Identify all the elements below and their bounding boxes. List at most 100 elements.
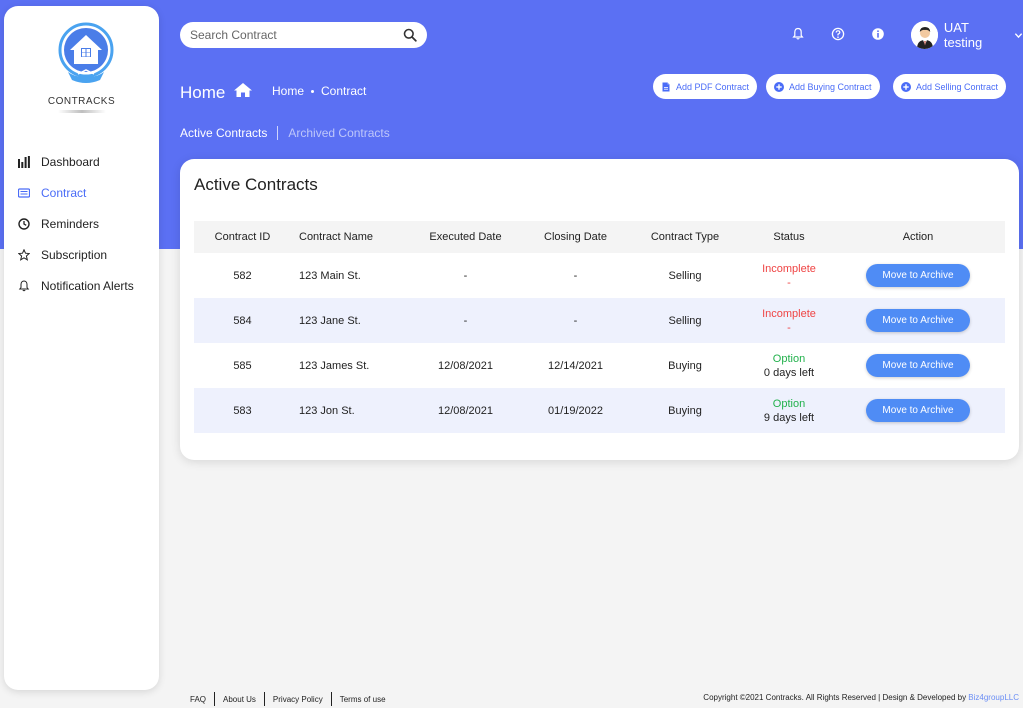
move-to-archive-button[interactable]: Move to Archive: [866, 399, 970, 422]
table-row: 583 123 Jon St. 12/08/2021 01/19/2022 Bu…: [194, 388, 1005, 433]
sidebar-item-label: Reminders: [41, 216, 100, 231]
sidebar: CONTRACKS Dashboard Contract Reminders S…: [4, 6, 159, 690]
sidebar-item-label: Contract: [41, 185, 87, 200]
logo-underline: [58, 110, 106, 113]
footer-link-faq[interactable]: FAQ: [190, 695, 206, 704]
executed-date: 12/08/2021: [437, 404, 494, 417]
action-cell: Move to Archive: [831, 264, 1005, 287]
status-badge: Incomplete: [762, 307, 816, 320]
column-header: Status: [773, 231, 805, 243]
closing-date: 01/19/2022: [547, 404, 604, 417]
footer-link-privacy-policy[interactable]: Privacy Policy: [273, 695, 323, 704]
action-cell: Move to Archive: [831, 399, 1005, 422]
table-row: 582 123 Main St. - - Selling Incomplete …: [194, 253, 1005, 298]
breadcrumb: Home Contract: [272, 84, 366, 98]
user-menu[interactable]: UAT testing: [911, 20, 1023, 50]
contract-name: 123 Jane St.: [299, 314, 361, 327]
contract-type: Buying: [668, 404, 702, 417]
contract-id: 582: [233, 269, 252, 282]
add-buying-contract-button[interactable]: Add Buying Contract: [766, 74, 880, 99]
contract-name: 123 Main St.: [299, 269, 361, 282]
sidebar-item-label: Dashboard: [41, 154, 100, 169]
sidebar-item-subscription[interactable]: Subscription: [4, 239, 159, 270]
status-badge: Incomplete: [762, 262, 816, 275]
contract-type: Buying: [668, 359, 702, 372]
footer-link-terms-of-use[interactable]: Terms of use: [340, 695, 386, 704]
add-buying-contract-label: Add Buying Contract: [789, 81, 872, 92]
status-detail: -: [787, 276, 791, 289]
action-cell: Move to Archive: [831, 309, 1005, 332]
search-bar: [180, 22, 427, 48]
status-detail: 9 days left: [763, 411, 815, 424]
tab-archived-contracts[interactable]: Archived Contracts: [288, 126, 389, 140]
contract-name: 123 James St.: [299, 359, 370, 372]
sidebar-item-label: Subscription: [41, 247, 108, 262]
contract-id: 583: [233, 404, 252, 417]
sidebar-item-dashboard[interactable]: Dashboard: [4, 146, 159, 177]
pdf-file-icon: [661, 82, 671, 92]
sidebar-item-label: Notification Alerts: [41, 278, 134, 293]
column-header: Closing Date: [544, 231, 607, 243]
executed-date: -: [463, 269, 468, 282]
plus-circle-icon: [901, 81, 911, 92]
footer-links: FAQ About Us Privacy Policy Terms of use: [190, 692, 386, 706]
status-cell: Incomplete -: [747, 307, 831, 335]
bell-icon: [16, 278, 32, 294]
table-row: 585 123 James St. 12/08/2021 12/14/2021 …: [194, 343, 1005, 388]
tab-divider: [277, 126, 279, 140]
info-icon[interactable]: [871, 27, 885, 41]
sidebar-item-contract[interactable]: Contract: [4, 177, 159, 208]
column-header: Action: [902, 231, 934, 243]
chevron-down-icon: [1014, 28, 1023, 43]
status-badge: Option: [772, 352, 806, 365]
contract-id: 584: [233, 314, 252, 327]
bell-icon[interactable]: [791, 27, 805, 41]
add-selling-contract-button[interactable]: Add Selling Contract: [893, 74, 1007, 99]
search-icon[interactable]: [403, 28, 417, 42]
closing-date: -: [573, 269, 578, 282]
action-cell: Move to Archive: [831, 354, 1005, 377]
developer-link[interactable]: Biz4groupLLC: [968, 693, 1019, 702]
search-input[interactable]: [190, 28, 403, 42]
star-icon: [16, 247, 32, 263]
add-pdf-contract-button[interactable]: Add PDF Contract: [653, 74, 758, 99]
add-selling-contract-label: Add Selling Contract: [916, 81, 999, 92]
help-icon[interactable]: [831, 27, 845, 41]
sidebar-nav: Dashboard Contract Reminders Subscriptio…: [4, 146, 159, 301]
executed-date: -: [463, 314, 468, 327]
status-cell: Incomplete -: [747, 262, 831, 290]
status-detail: 0 days left: [763, 366, 815, 379]
move-to-archive-button[interactable]: Move to Archive: [866, 354, 970, 377]
contract-type: Selling: [668, 314, 702, 327]
footer-link-about-us[interactable]: About Us: [223, 695, 256, 704]
clock-icon: [16, 216, 32, 232]
active-contracts-card: Active Contracts Contract ID Contract Na…: [180, 159, 1019, 460]
column-header: Contract Name: [299, 231, 373, 243]
closing-date: 12/14/2021: [547, 359, 604, 372]
card-title: Active Contracts: [194, 175, 318, 194]
contract-id: 585: [233, 359, 252, 372]
contracks-logo-icon[interactable]: [56, 20, 116, 90]
home-icon: [233, 82, 253, 103]
move-to-archive-button[interactable]: Move to Archive: [866, 309, 970, 332]
copyright: Copyright ©2021 Contracks. All Rights Re…: [703, 693, 1019, 702]
sidebar-item-notification-alerts[interactable]: Notification Alerts: [4, 270, 159, 301]
footer-divider: [330, 692, 332, 706]
contracts-table: Contract ID Contract Name Executed Date …: [194, 221, 1005, 433]
copyright-text: Copyright ©2021 Contracks. All Rights Re…: [703, 693, 969, 702]
contract-name: 123 Jon St.: [299, 404, 355, 417]
footer-divider: [263, 692, 265, 706]
tab-active-contracts[interactable]: Active Contracts: [180, 126, 267, 140]
add-pdf-contract-label: Add PDF Contract: [676, 81, 750, 92]
column-header: Contract Type: [650, 231, 720, 243]
column-header: Executed Date: [429, 231, 502, 243]
contract-tabs: Active Contracts Archived Contracts: [180, 126, 390, 140]
logo-text: CONTRACKS: [47, 96, 116, 107]
breadcrumb-contract: Contract: [321, 84, 367, 98]
contract-type: Selling: [668, 269, 702, 282]
sidebar-item-reminders[interactable]: Reminders: [4, 208, 159, 239]
page-title-text: Home: [180, 82, 226, 102]
move-to-archive-button[interactable]: Move to Archive: [866, 264, 970, 287]
breadcrumb-home[interactable]: Home: [272, 84, 304, 98]
plus-circle-icon: [774, 81, 784, 92]
